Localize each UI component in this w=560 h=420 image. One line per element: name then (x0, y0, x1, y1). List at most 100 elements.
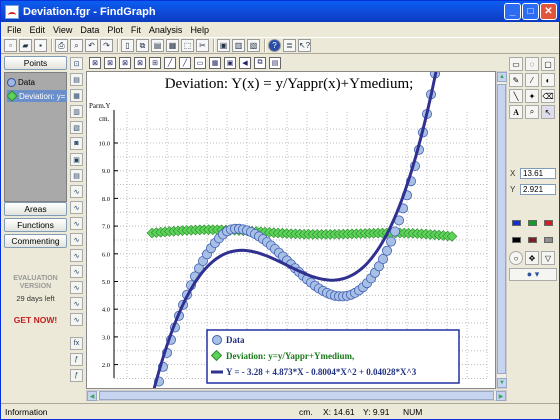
circle-shape-icon[interactable]: ○ (509, 251, 523, 265)
export-icon[interactable]: ▤ (269, 56, 281, 69)
points-list[interactable]: Data Deviation: y= (4, 72, 67, 202)
function2-icon[interactable]: ƒ (70, 353, 83, 366)
fill-icon[interactable]: ◐ (541, 73, 555, 87)
free-select-icon[interactable]: ◌ (525, 57, 539, 71)
line-tool-icon[interactable]: ╱ (164, 56, 176, 69)
copy-graph-icon[interactable]: ⧉ (254, 56, 266, 69)
color-swatch-green[interactable] (528, 220, 537, 226)
zoom-box-icon[interactable]: ⊞ (149, 56, 161, 69)
text-tool-icon[interactable]: A (509, 105, 523, 119)
axis-x-icon[interactable]: ⊠ (89, 56, 101, 69)
list-item[interactable]: Deviation: y= (7, 90, 67, 102)
scroll-right-icon[interactable]: ▶ (496, 391, 506, 401)
function3-icon[interactable]: ƒ (70, 369, 83, 382)
open-icon[interactable]: ▰ (19, 39, 32, 52)
curve-tool7-icon[interactable]: ∿ (70, 281, 83, 294)
cross-shape-icon[interactable]: ✥ (525, 251, 539, 265)
magic-wand-icon[interactable]: ✦ (525, 89, 539, 103)
triangle-shape-icon[interactable]: ▽ (541, 251, 555, 265)
new-icon[interactable]: ▫ (4, 39, 17, 52)
scroll-thumb[interactable] (99, 391, 494, 400)
menu-analysis[interactable]: Analysis (145, 25, 187, 35)
function-icon[interactable]: fx (70, 337, 83, 350)
select-icon[interactable]: ⬚ (181, 39, 194, 52)
sheet-sort-icon[interactable]: ▤ (70, 169, 83, 182)
get-now-link[interactable]: GET NOW! (4, 315, 67, 325)
pen-icon[interactable]: ✎ (509, 73, 523, 87)
table-add-icon[interactable]: ▥ (70, 105, 83, 118)
eraser-icon[interactable]: ⌫ (541, 89, 555, 103)
curve-tool9-icon[interactable]: ∿ (70, 313, 83, 326)
commenting-button[interactable]: Commenting (4, 234, 67, 248)
graph-canvas[interactable]: Deviation: Y(x) = y/Yappr(x)+Ymedium; Pa… (86, 71, 496, 389)
redo-icon[interactable]: ↷ (100, 39, 113, 52)
scroll-up-icon[interactable]: ▲ (497, 72, 507, 82)
save-icon[interactable]: ▪ (34, 39, 47, 52)
color-swatch-darkred[interactable] (528, 237, 537, 243)
menu-edit[interactable]: Edit (26, 25, 50, 35)
dropper-icon[interactable]: ⁄ (525, 73, 539, 87)
options-icon[interactable]: ≣ (283, 39, 296, 52)
axis-full-icon[interactable]: ⊠ (134, 56, 146, 69)
menu-help[interactable]: Help (186, 25, 213, 35)
line-icon[interactable]: ╲ (509, 89, 523, 103)
sheet-icon[interactable]: ▣ (70, 153, 83, 166)
curve-tool2-icon[interactable]: ∿ (70, 201, 83, 214)
title-bar[interactable]: Deviation.fgr - FindGraph _ □ ✕ (1, 1, 559, 22)
horizontal-scrollbar[interactable]: ◀ ▶ (86, 390, 507, 401)
grid-tool-icon[interactable]: ▦ (209, 56, 221, 69)
maximize-button[interactable]: □ (522, 3, 539, 20)
rect-select-icon[interactable]: ▭ (509, 57, 523, 71)
curve-tool5-icon[interactable]: ∿ (70, 249, 83, 262)
menu-data[interactable]: Data (76, 25, 103, 35)
close-button[interactable]: ✕ (540, 3, 557, 20)
scroll-down-icon[interactable]: ▼ (497, 378, 507, 388)
copy-icon[interactable]: ⧉ (136, 39, 149, 52)
print-icon[interactable]: ⎙ (55, 39, 68, 52)
points-button[interactable]: Points (4, 56, 67, 70)
undo-icon[interactable]: ↶ (85, 39, 98, 52)
line-tool2-icon[interactable]: ╱ (179, 56, 191, 69)
image-icon[interactable]: ▣ (217, 39, 230, 52)
camera-icon[interactable]: ◙ (70, 137, 83, 150)
menu-plot[interactable]: Plot (103, 25, 127, 35)
curve-tool8-icon[interactable]: ∿ (70, 297, 83, 310)
marker-select[interactable]: ● ▾ (509, 268, 557, 281)
curve-tool-icon[interactable]: ∿ (70, 185, 83, 198)
crop-icon[interactable]: ✂ (196, 39, 209, 52)
chart-icon[interactable]: ▥ (232, 39, 245, 52)
curve-tool6-icon[interactable]: ∿ (70, 265, 83, 278)
curve-tool4-icon[interactable]: ∿ (70, 233, 83, 246)
scroll-left-icon[interactable]: ◀ (87, 391, 97, 401)
vertical-scrollbar[interactable]: ▲ ▼ (496, 71, 507, 389)
scan-icon[interactable]: ▧ (247, 39, 260, 52)
color-swatch-black[interactable] (512, 237, 521, 243)
menu-view[interactable]: View (49, 25, 76, 35)
table-link-icon[interactable]: ▧ (70, 121, 83, 134)
region-icon[interactable]: ▢ (541, 57, 555, 71)
paste-icon[interactable]: ▤ (151, 39, 164, 52)
back-icon[interactable]: ◀ (239, 56, 251, 69)
functions-button[interactable]: Functions (4, 218, 67, 232)
y-coord-field[interactable]: 2.921 (520, 184, 556, 195)
context-help-icon[interactable]: ↖? (298, 39, 311, 52)
graph-tool-icon[interactable]: ▣ (224, 56, 236, 69)
table-icon[interactable]: ▤ (70, 73, 83, 86)
color-swatch-red[interactable] (544, 220, 553, 226)
rect-tool-icon[interactable]: ▭ (194, 56, 206, 69)
pointer-icon[interactable]: ↖ (541, 105, 555, 119)
point-tool-icon[interactable]: ⊡ (70, 57, 83, 70)
list-item[interactable]: Data (7, 76, 67, 88)
table-edit-icon[interactable]: ▦ (70, 89, 83, 102)
zoom-icon[interactable]: ⌕ (525, 105, 539, 119)
preview-icon[interactable]: ⌕ (70, 39, 83, 52)
menu-fit[interactable]: Fit (127, 25, 145, 35)
color-swatch-blue[interactable] (512, 220, 521, 226)
x-coord-field[interactable]: 13.61 (520, 168, 556, 179)
minimize-button[interactable]: _ (504, 3, 521, 20)
areas-button[interactable]: Areas (4, 202, 67, 216)
page-icon[interactable]: ▯ (121, 39, 134, 52)
menu-file[interactable]: File (3, 25, 26, 35)
help-icon[interactable]: ? (268, 39, 281, 52)
axis-xy-icon[interactable]: ⊠ (119, 56, 131, 69)
